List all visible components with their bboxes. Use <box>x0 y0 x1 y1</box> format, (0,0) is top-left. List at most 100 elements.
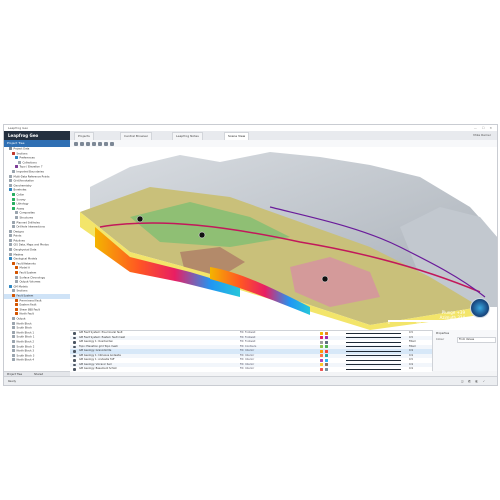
tab-central-browser[interactable]: Central Browser <box>120 132 153 140</box>
visibility-eye-icon[interactable] <box>73 345 76 348</box>
tree-node-icon <box>12 353 15 357</box>
transparency-slider[interactable] <box>346 337 401 339</box>
ruler-icon[interactable] <box>86 141 90 146</box>
screenshot-icon[interactable] <box>104 141 108 146</box>
transparency-slider[interactable] <box>346 341 401 343</box>
layer-colour-swatch[interactable] <box>325 354 328 358</box>
tree-node-icon <box>9 234 12 238</box>
tree-item-label: Topo / Elevation 7 <box>19 165 43 169</box>
transparency-slider[interactable] <box>346 359 401 361</box>
layer-colour-swatch[interactable] <box>325 363 328 367</box>
layer-colour-swatch[interactable] <box>325 331 328 335</box>
layer-colour-swatch[interactable] <box>320 340 323 344</box>
tree-item-label: Drillhole Intersections <box>16 225 45 229</box>
layer-colour-swatch[interactable] <box>325 349 328 353</box>
marker-2 <box>198 231 206 239</box>
transparency-slider[interactable] <box>346 332 401 334</box>
tab-scene-view[interactable]: Scene View <box>224 132 250 140</box>
visibility-eye-icon[interactable] <box>73 341 76 344</box>
tree-item-label: Survey <box>16 198 26 202</box>
visibility-eye-icon[interactable] <box>73 368 76 371</box>
layer-colour-swatch[interactable] <box>325 336 328 340</box>
tree-item-label: North Block 3 <box>16 349 35 353</box>
layer-colour-swatch[interactable] <box>325 367 328 371</box>
tree-node-icon <box>12 316 15 320</box>
tree-node-icon <box>12 261 15 265</box>
scale-label: 1000 <box>448 322 455 325</box>
visibility-eye-icon[interactable] <box>73 336 76 339</box>
tree-item-label: Grid/Annotation <box>13 179 35 183</box>
tree-item-label: North Block <box>16 322 32 326</box>
tree-item-label: South Block 3 <box>16 354 35 358</box>
layer-colour-swatch[interactable] <box>320 331 323 335</box>
tree-item-label: Composites <box>19 211 35 215</box>
tab-label: Central Browser <box>124 134 149 138</box>
layer-colour-swatch[interactable] <box>325 345 328 349</box>
layer-colour-swatch[interactable] <box>325 340 328 344</box>
settings-icon[interactable] <box>110 141 114 146</box>
tree-node-icon <box>15 156 18 160</box>
tree-item-label: Sections <box>16 289 28 293</box>
geological-model-render <box>80 152 497 330</box>
layer-row[interactable]: GM Geology: Basement Schist Fill: Interio… <box>70 367 432 372</box>
shown-objects-list: GM Fault System: Pre-mineral fault Fill: … <box>70 330 432 372</box>
tree-item-label: Project Data <box>13 147 30 151</box>
status-icons[interactable]: ◫ ◩ ◧ ✓ <box>461 380 487 383</box>
status-text: Ready <box>8 380 17 383</box>
visibility-eye-icon[interactable] <box>73 350 76 353</box>
scale-label: 500 <box>416 322 422 325</box>
tab-projects[interactable]: Projects <box>74 132 94 140</box>
tree-item-label: North Block 2 <box>16 340 35 344</box>
tree-item[interactable]: North Block 4 <box>4 358 70 363</box>
transparency-slider[interactable] <box>346 364 401 366</box>
layer-colour-swatch[interactable] <box>320 363 323 367</box>
layer-colour-swatch[interactable] <box>320 349 323 353</box>
transparency-slider[interactable] <box>346 368 401 370</box>
tree-item-label: North Block 4 <box>16 358 35 362</box>
tree-item-label: Collections <box>22 161 37 165</box>
tree-node-icon <box>12 169 15 173</box>
layer-display-mode[interactable]: Fill: Interior <box>240 367 254 372</box>
tree-node-icon <box>9 284 12 288</box>
visibility-eye-icon[interactable] <box>73 359 76 362</box>
layer-colour-swatch[interactable] <box>320 358 323 362</box>
transparency-slider[interactable] <box>346 355 401 357</box>
3d-scene-viewport[interactable]: Plunge +39 Azimuth 334 0 500 1000 1500 <box>70 147 497 330</box>
visibility-eye-icon[interactable] <box>73 354 76 357</box>
tree-item-label: Geological Models <box>13 257 38 261</box>
draw-icon[interactable] <box>92 141 96 146</box>
visibility-eye-icon[interactable] <box>73 363 76 366</box>
property-value-dropdown[interactable]: From Values <box>457 337 496 343</box>
compass-globe-icon[interactable] <box>470 298 490 318</box>
layer-colour-swatch[interactable] <box>325 358 328 362</box>
layer-colour-swatch[interactable] <box>320 336 323 340</box>
layer-colour-swatch[interactable] <box>320 354 323 358</box>
tree-node-icon <box>12 197 15 201</box>
layer-colour-swatch[interactable] <box>320 367 323 371</box>
project-tree: Project Data Sections Preferences Collectio… <box>4 147 71 371</box>
tree-node-icon <box>9 243 12 247</box>
visibility-eye-icon[interactable] <box>73 332 76 335</box>
tree-node-icon <box>12 335 15 339</box>
tree-node-icon <box>12 326 15 330</box>
layer-colour-swatch[interactable] <box>320 345 323 349</box>
select-icon[interactable] <box>74 141 78 146</box>
project-tree-header[interactable]: Project Tree <box>4 140 70 147</box>
transparency-slider[interactable] <box>346 346 401 348</box>
tree-node-icon <box>15 165 18 169</box>
tree-item-label: GM Models <box>13 285 28 289</box>
tree-item-label: Surface Chronology <box>19 276 45 280</box>
tree-node-icon <box>9 229 12 233</box>
user-name[interactable]: Mike Ramer <box>473 133 491 137</box>
scale-label: 0 <box>388 322 390 325</box>
tree-node-icon <box>15 266 18 270</box>
transparency-slider[interactable] <box>346 350 401 352</box>
tree-node-icon <box>12 151 15 155</box>
look-icon[interactable] <box>98 141 102 146</box>
tab-leapfrog-notes[interactable]: Leapfrog Notes <box>172 132 203 140</box>
window-controls[interactable]: — ☐ ✕ <box>474 126 494 130</box>
tree-node-icon <box>15 215 18 219</box>
slice-icon[interactable] <box>80 141 84 146</box>
tree-item-label: Collar <box>16 193 25 197</box>
marker-1 <box>136 215 144 223</box>
